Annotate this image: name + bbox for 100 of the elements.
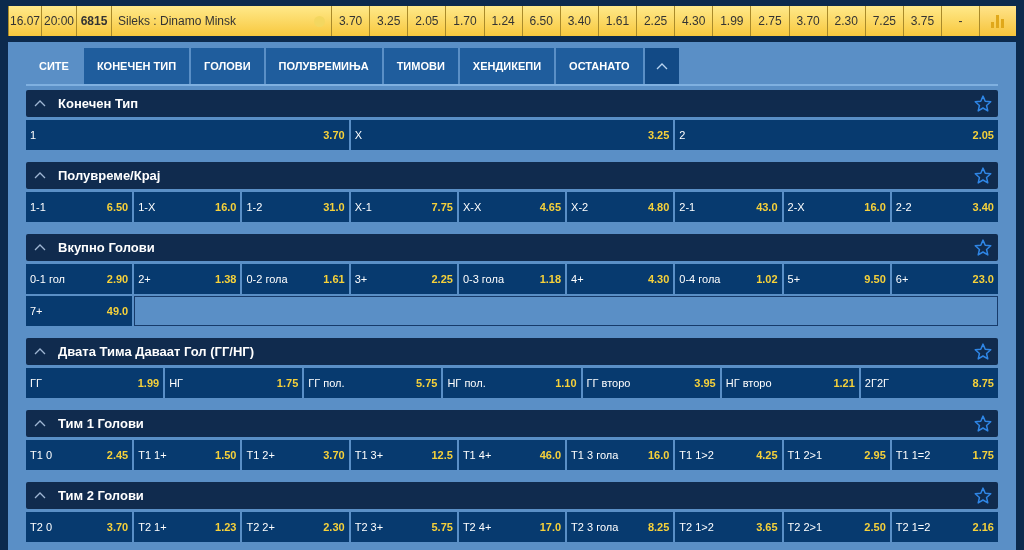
odds-cell[interactable]: 2.30 xyxy=(827,6,866,36)
odds-button[interactable]: Т1 1>2 4.25 xyxy=(675,440,782,470)
odds-button[interactable]: 7+ 49.0 xyxy=(26,296,133,326)
chevron-up-icon[interactable] xyxy=(34,420,46,427)
odds-cell[interactable]: 7.25 xyxy=(865,6,904,36)
market-title: Двата Тима Даваат Гол (ГГ/НГ) xyxy=(58,344,255,359)
market-header[interactable]: Полувреме/Крај xyxy=(26,162,998,189)
market-header[interactable]: Двата Тима Даваат Гол (ГГ/НГ) xyxy=(26,338,998,365)
odds-button[interactable]: Т2 1+ 1.23 xyxy=(134,512,241,542)
market-header[interactable]: Конечен Тип xyxy=(26,90,998,117)
dot-icon xyxy=(314,15,325,27)
odds-button[interactable]: Т2 1=2 2.16 xyxy=(891,512,998,542)
odds-button[interactable]: 2Г2Г 8.75 xyxy=(860,368,998,398)
star-icon[interactable] xyxy=(974,95,992,112)
market-title: Тим 2 Голови xyxy=(58,488,145,503)
odds-button[interactable]: Т2 3 гола 8.25 xyxy=(567,512,674,542)
odds-cell[interactable]: 2.75 xyxy=(751,6,790,36)
match-time: 20:00 xyxy=(42,6,77,36)
odds-button[interactable]: 1 3.70 xyxy=(26,120,349,150)
odds-button[interactable]: Т1 1+ 1.50 xyxy=(134,440,241,470)
tab[interactable]: ПОЛУВРЕМИЊА xyxy=(265,48,382,84)
odds-cell[interactable]: 3.70 xyxy=(789,6,828,36)
odds-button[interactable]: 1-X 16.0 xyxy=(134,192,241,222)
odds-cell[interactable]: 1.61 xyxy=(598,6,637,36)
odds-button[interactable]: Т2 2+ 2.30 xyxy=(242,512,349,542)
market-title: Тим 1 Голови xyxy=(58,416,145,431)
odds-cell[interactable]: 3.25 xyxy=(370,6,409,36)
statistics-button[interactable] xyxy=(980,6,1017,36)
star-icon[interactable] xyxy=(974,415,992,432)
tab[interactable]: КОНЕЧЕН ТИП xyxy=(83,48,190,84)
market-title: Вкупно Голови xyxy=(58,240,156,255)
odds-button[interactable]: Т2 2>1 2.50 xyxy=(783,512,890,542)
odds-button[interactable]: Т1 3+ 12.5 xyxy=(350,440,457,470)
tab[interactable]: ГОЛОВИ xyxy=(191,48,264,84)
odds-cell[interactable]: 1.70 xyxy=(446,6,485,36)
match-teams: Sileks : Dinamo Minsk xyxy=(118,14,238,28)
odds-button[interactable]: 5+ 9.50 xyxy=(783,264,890,294)
odds-button[interactable]: 0-4 гола 1.02 xyxy=(675,264,782,294)
chevron-up-icon[interactable] xyxy=(655,62,668,70)
odds-button[interactable]: Т2 3+ 5.75 xyxy=(350,512,457,542)
odds-button[interactable]: Т1 2+ 3.70 xyxy=(242,440,349,470)
market-header[interactable]: Тим 1 Голови xyxy=(26,410,998,437)
tab[interactable]: ОСТАНАТО xyxy=(556,48,643,84)
chevron-up-icon[interactable] xyxy=(34,244,46,251)
odds-button[interactable]: Т1 3 гола 16.0 xyxy=(567,440,674,470)
odds-cell[interactable]: 2.05 xyxy=(408,6,447,36)
odds-button[interactable]: 2 2.05 xyxy=(675,120,998,150)
market-title: Конечен Тип xyxy=(58,96,140,111)
odds-button[interactable]: X-X 4.65 xyxy=(458,192,566,222)
odds-button[interactable]: 0-1 гол 2.90 xyxy=(26,264,133,294)
star-icon[interactable] xyxy=(974,487,992,504)
odds-button[interactable]: X-1 7.75 xyxy=(350,192,457,222)
odds-cell[interactable]: 6.50 xyxy=(522,6,561,36)
odds-button[interactable]: 1-1 6.50 xyxy=(26,192,133,222)
odds-button[interactable]: ГГ второ 3.95 xyxy=(582,368,720,398)
odds-button[interactable]: 2-2 3.40 xyxy=(891,192,998,222)
odds-button[interactable]: 1-2 31.0 xyxy=(242,192,349,222)
odds-button[interactable]: Т1 4+ 46.0 xyxy=(458,440,566,470)
odds-cell[interactable]: 3.40 xyxy=(560,6,599,36)
odds-button[interactable]: X-2 4.80 xyxy=(567,192,674,222)
chevron-up-icon[interactable] xyxy=(34,172,46,179)
star-icon[interactable] xyxy=(974,167,992,184)
odds-button[interactable]: X 3.25 xyxy=(350,120,674,150)
chevron-up-icon[interactable] xyxy=(34,100,46,107)
odds-cell[interactable]: 2.25 xyxy=(637,6,676,36)
odds-button[interactable]: Т2 0 3.70 xyxy=(26,512,133,542)
chevron-up-icon[interactable] xyxy=(34,492,46,499)
odds-button[interactable]: Т1 0 2.45 xyxy=(26,440,133,470)
odds-button[interactable]: 0-3 гола 1.18 xyxy=(458,264,566,294)
odds-button[interactable]: 0-2 гола 1.61 xyxy=(242,264,349,294)
collapse-button[interactable] xyxy=(644,48,679,84)
odds-button[interactable]: НГ пол. 1.10 xyxy=(443,368,581,398)
odds-cell[interactable]: 3.70 xyxy=(332,6,371,36)
odds-cell[interactable]: 1.99 xyxy=(713,6,752,36)
odds-button[interactable]: 2-1 43.0 xyxy=(675,192,782,222)
odds-button[interactable]: ГГ пол. 5.75 xyxy=(304,368,442,398)
odds-button[interactable]: 6+ 23.0 xyxy=(891,264,998,294)
odds-cell[interactable]: 4.30 xyxy=(675,6,714,36)
star-icon[interactable] xyxy=(974,343,992,360)
bar-chart-icon xyxy=(990,14,1007,28)
market-title: Полувреме/Крај xyxy=(58,168,162,183)
odds-button[interactable]: 4+ 4.30 xyxy=(567,264,674,294)
odds-button[interactable]: НГ 1.75 xyxy=(165,368,303,398)
odds-button[interactable]: 2+ 1.38 xyxy=(134,264,241,294)
tab[interactable]: ХЕНДИКЕПИ xyxy=(459,48,555,84)
odds-button[interactable]: 3+ 2.25 xyxy=(350,264,457,294)
tab[interactable]: ТИМОВИ xyxy=(383,48,458,84)
odds-cell[interactable]: 1.24 xyxy=(484,6,523,36)
odds-button[interactable]: Т1 2>1 2.95 xyxy=(783,440,890,470)
odds-button[interactable]: ГГ 1.99 xyxy=(26,368,164,398)
market-header[interactable]: Тим 2 Голови xyxy=(26,482,998,509)
odds-button[interactable]: НГ второ 1.21 xyxy=(721,368,859,398)
star-icon[interactable] xyxy=(974,239,992,256)
odds-button[interactable]: Т2 4+ 17.0 xyxy=(458,512,566,542)
odds-button[interactable]: Т2 1>2 3.65 xyxy=(675,512,782,542)
odds-cell[interactable]: 3.75 xyxy=(903,6,942,36)
odds-button[interactable]: 2-X 16.0 xyxy=(783,192,890,222)
odds-button[interactable]: Т1 1=2 1.75 xyxy=(891,440,998,470)
market-header[interactable]: Вкупно Голови xyxy=(26,234,998,261)
chevron-up-icon[interactable] xyxy=(34,348,46,355)
